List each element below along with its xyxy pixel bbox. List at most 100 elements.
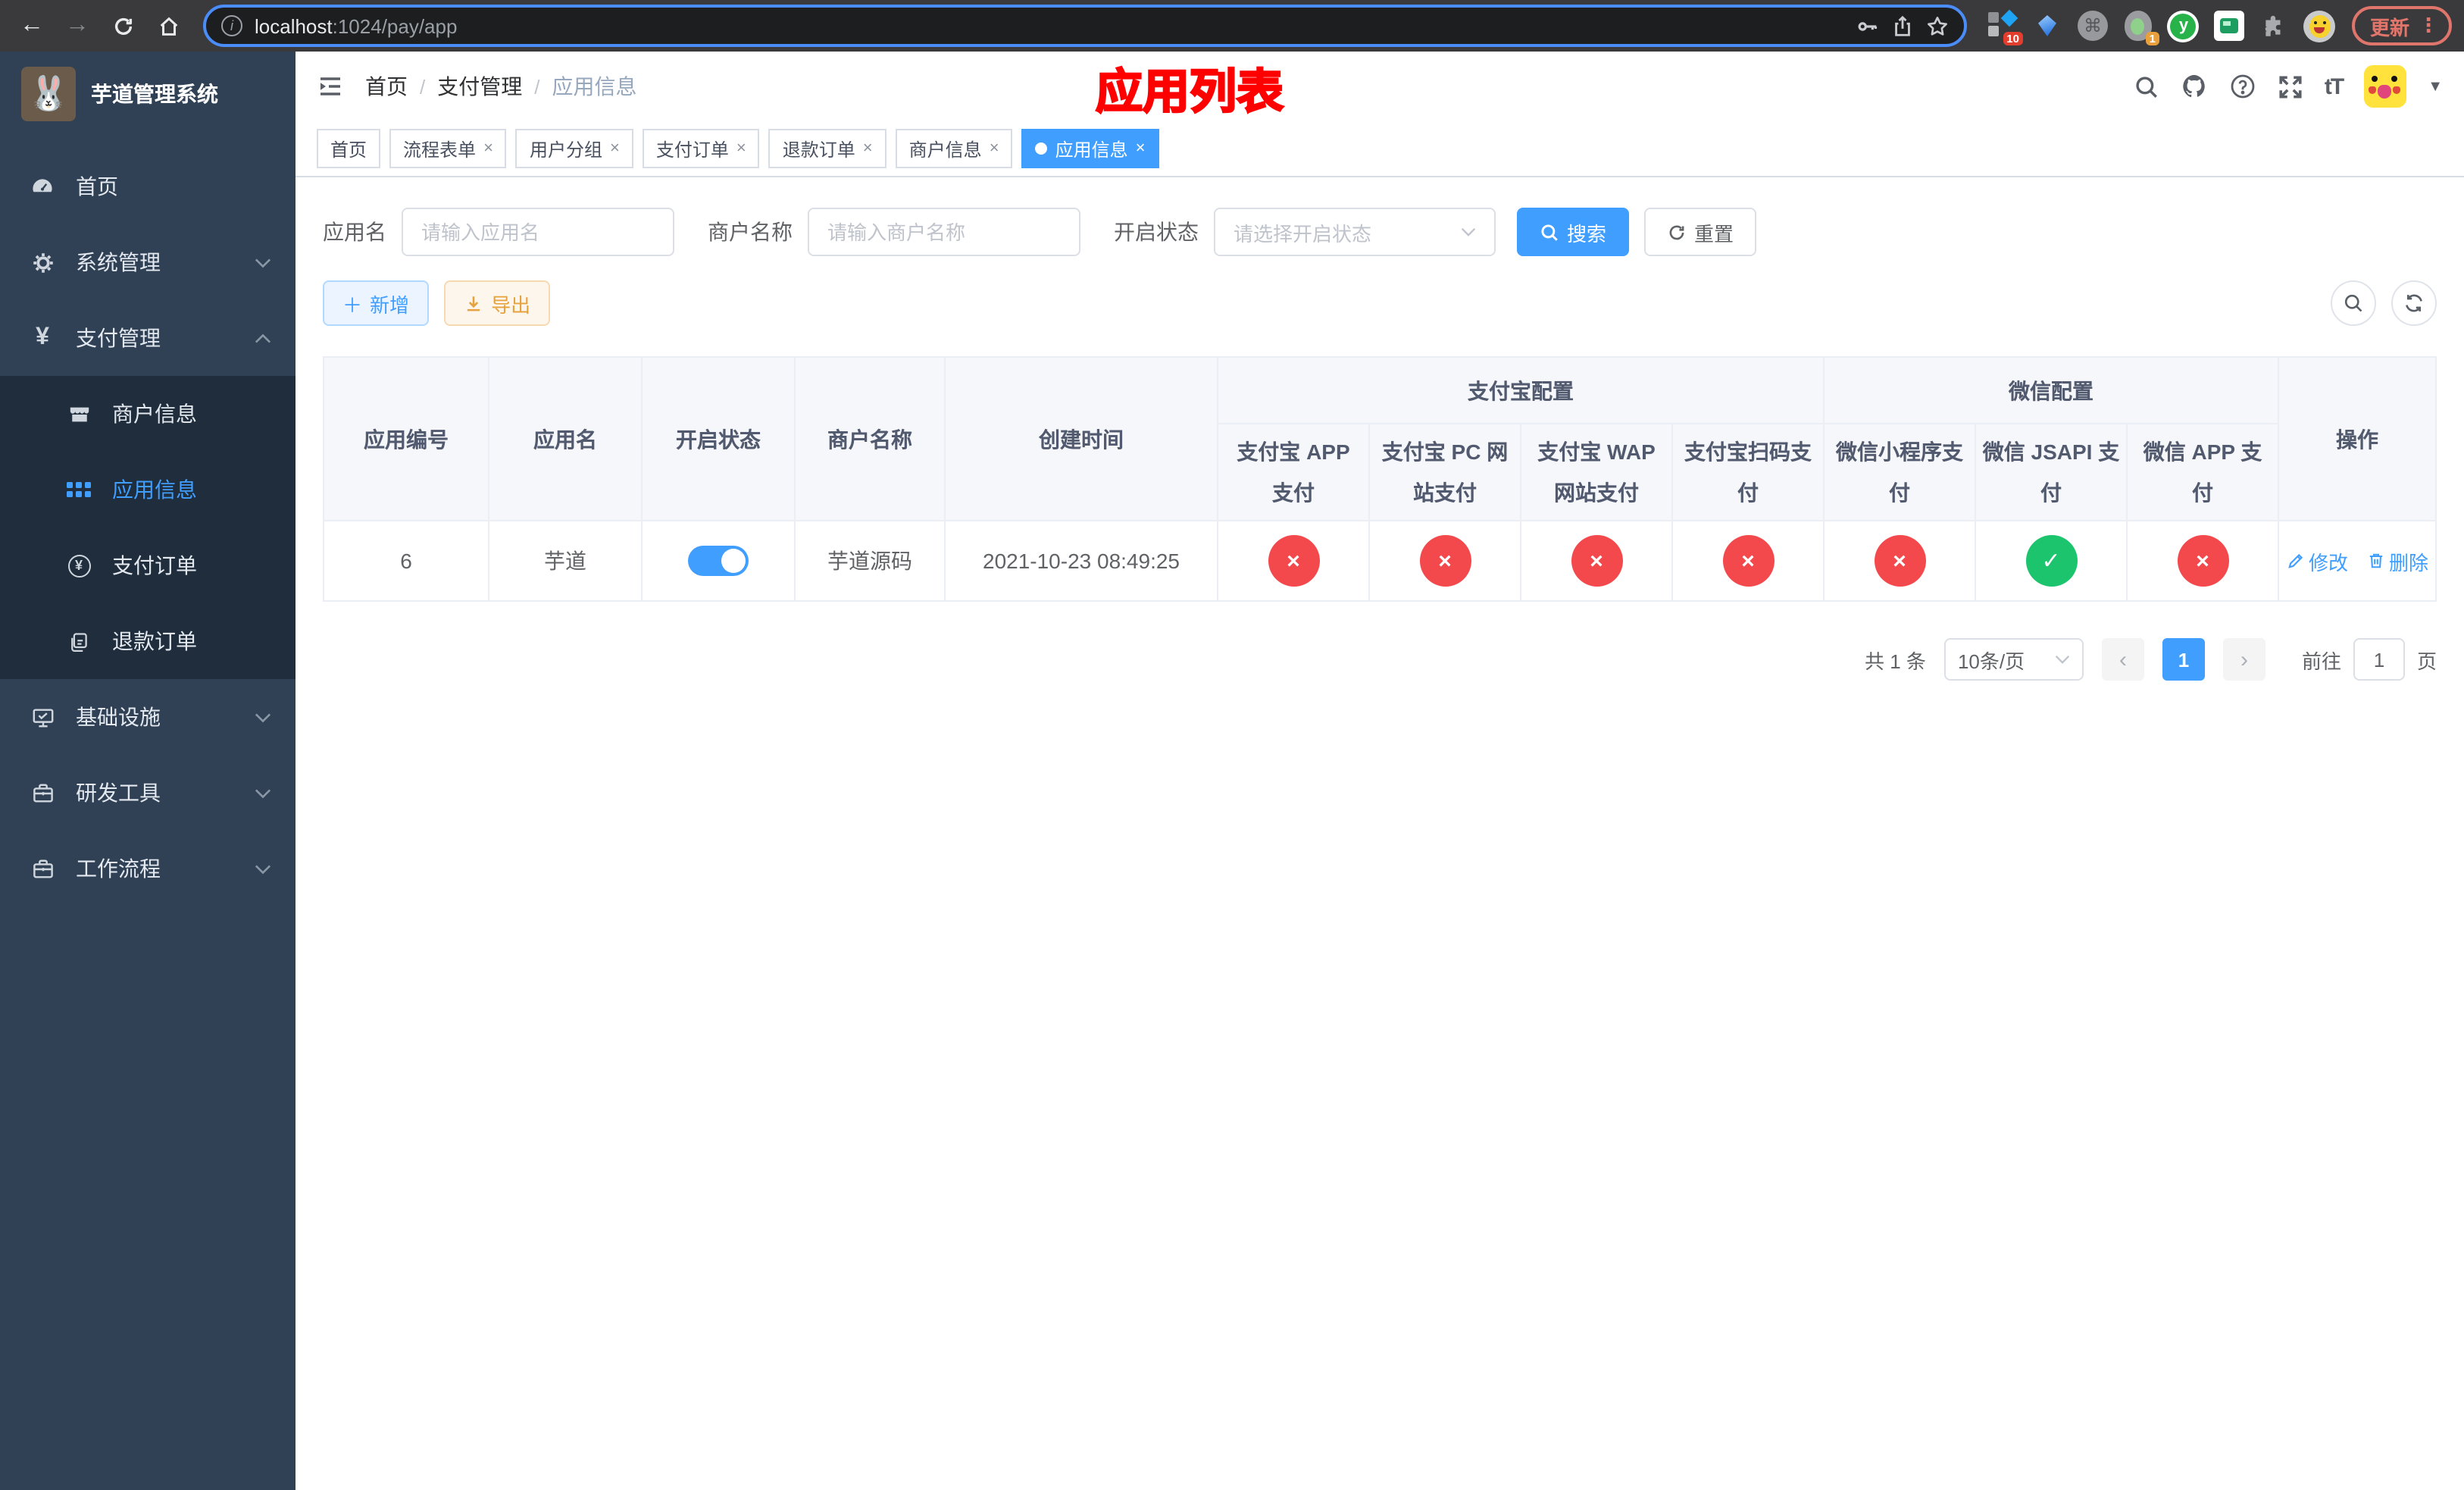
edit-link-label: 修改 — [2309, 551, 2349, 574]
sidebar-item-home[interactable]: 首页 — [0, 149, 295, 224]
group-header-alipay: 支付宝配置 — [1217, 356, 1825, 424]
status-label: 开启状态 — [1114, 220, 1199, 244]
address-bar[interactable]: i localhost:1024/pay/app — [203, 5, 1967, 47]
app-logo: 🐰 — [21, 67, 76, 121]
tab-home[interactable]: 首页 — [317, 129, 381, 168]
breadcrumb-home[interactable]: 首页 — [365, 71, 408, 102]
browser-back-icon[interactable]: ← — [12, 6, 52, 45]
tab-merchant-info[interactable]: 商户信息 × — [895, 129, 1013, 168]
share-icon[interactable] — [1891, 14, 1914, 37]
status-cross-icon: × — [1268, 535, 1319, 587]
breadcrumb-payment[interactable]: 支付管理 — [437, 71, 522, 102]
merchant-name-input[interactable] — [808, 208, 1080, 256]
next-page-button[interactable]: › — [2222, 638, 2265, 681]
delete-link[interactable]: 删除 — [2366, 546, 2428, 575]
close-icon[interactable]: × — [863, 139, 873, 158]
extension-chat-icon[interactable] — [2212, 9, 2246, 42]
tab-flow-form[interactable]: 流程表单 × — [389, 129, 507, 168]
url-text[interactable]: localhost:1024/pay/app — [255, 14, 1844, 37]
close-icon[interactable]: × — [990, 139, 999, 158]
help-icon[interactable] — [2229, 73, 2256, 100]
browser-menu-icon[interactable]: ⋮ — [2419, 14, 2438, 38]
search-button[interactable]: 搜索 — [1517, 208, 1630, 256]
sidebar-item-merchant-info[interactable]: 商户信息 — [0, 376, 295, 452]
refresh-icon[interactable] — [2391, 280, 2437, 326]
shop-icon — [67, 402, 91, 425]
app-logo-row[interactable]: 🐰 芋道管理系统 — [0, 52, 295, 136]
cell-wechat-jsapi: ✓ — [1975, 520, 2128, 602]
cell-app-id: 6 — [323, 520, 489, 602]
toggle-search-icon[interactable] — [2331, 280, 2376, 326]
extension-kite-icon[interactable] — [2031, 9, 2064, 42]
goto-page-input[interactable] — [2353, 638, 2405, 681]
extension-tabs-icon[interactable]: 10 — [1985, 9, 2023, 45]
browser-home-icon[interactable] — [149, 6, 188, 45]
chevron-down-icon — [2055, 655, 2070, 664]
extension-command-icon[interactable]: ⌘ — [2076, 9, 2109, 42]
sidebar-fold-icon[interactable] — [317, 73, 344, 100]
tab-refund-order[interactable]: 退款订单 × — [768, 129, 886, 168]
status-toggle[interactable] — [688, 546, 749, 576]
page-number-1[interactable]: 1 — [2162, 638, 2205, 681]
browser-profile-avatar[interactable] — [2303, 9, 2337, 42]
close-icon[interactable]: × — [483, 139, 493, 158]
chevron-up-icon — [255, 333, 271, 343]
tab-pay-order[interactable]: 支付订单 × — [642, 129, 760, 168]
user-avatar[interactable] — [2364, 65, 2407, 108]
extensions-puzzle-icon[interactable] — [2258, 9, 2291, 42]
add-button[interactable]: ＋ 新增 — [323, 280, 430, 326]
cell-status — [641, 520, 796, 602]
page-size-select[interactable]: 10条/页 — [1943, 638, 2084, 681]
tab-app-info[interactable]: 应用信息 × — [1021, 129, 1159, 168]
fullscreen-icon[interactable] — [2278, 74, 2303, 99]
chevron-down-icon — [255, 712, 271, 722]
tab-label: 用户分组 — [529, 139, 602, 160]
tab-user-group[interactable]: 用户分组 × — [515, 129, 633, 168]
app-name-input[interactable] — [402, 208, 674, 256]
sidebar-item-payment[interactable]: ¥ 支付管理 — [0, 300, 295, 376]
extension-y-icon[interactable]: y — [2167, 9, 2200, 42]
sidebar-item-refund-order[interactable]: 退款订单 — [0, 603, 295, 679]
chevron-down-icon — [255, 787, 271, 798]
sidebar-item-app-info[interactable]: 应用信息 — [0, 452, 295, 527]
search-button-label: 搜索 — [1567, 222, 1607, 245]
cell-merchant: 芋道源码 — [794, 520, 946, 602]
col-header-status: 开启状态 — [641, 356, 796, 521]
extension-blob-icon[interactable]: 1 — [2122, 9, 2159, 45]
sidebar-item-system[interactable]: 系统管理 — [0, 224, 295, 300]
avatar-caret-icon[interactable]: ▼ — [2428, 78, 2443, 95]
col-header-alipay-qr: 支付宝扫码支付 — [1671, 423, 1825, 521]
sidebar-item-label: 研发工具 — [76, 781, 161, 805]
font-size-icon[interactable]: tT — [2325, 74, 2344, 99]
edit-link[interactable]: 修改 — [2286, 546, 2348, 575]
goto-prefix: 前往 — [2301, 650, 2341, 672]
sidebar-item-infrastructure[interactable]: 基础设施 — [0, 679, 295, 755]
browser-reload-icon[interactable] — [103, 6, 142, 45]
prev-page-button[interactable]: ‹ — [2101, 638, 2144, 681]
sidebar-item-label: 首页 — [76, 174, 118, 199]
pagination: 共 1 条 10条/页 ‹ 1 › 前往 页 — [323, 638, 2437, 681]
browser-forward-icon[interactable]: → — [58, 6, 97, 45]
sidebar-item-dev-tools[interactable]: 研发工具 — [0, 755, 295, 831]
close-icon[interactable]: × — [736, 139, 746, 158]
browser-update-button[interactable]: 更新 ⋮ — [2351, 6, 2452, 45]
sidebar-item-pay-order[interactable]: ¥ 支付订单 — [0, 527, 295, 603]
cell-created: 2021-10-23 08:49:25 — [944, 520, 1218, 602]
password-key-icon[interactable] — [1856, 14, 1879, 37]
sidebar-item-label: 支付管理 — [76, 326, 161, 350]
bookmark-star-icon[interactable] — [1926, 14, 1949, 37]
close-icon[interactable]: × — [1136, 139, 1146, 158]
briefcase-icon — [30, 857, 55, 880]
export-button[interactable]: 导出 — [444, 280, 551, 326]
briefcase-icon — [30, 781, 55, 804]
github-icon[interactable] — [2181, 73, 2208, 100]
search-icon[interactable] — [2134, 74, 2159, 99]
site-info-icon[interactable]: i — [221, 15, 242, 36]
sidebar-item-workflow[interactable]: 工作流程 — [0, 831, 295, 906]
sidebar-item-label: 基础设施 — [76, 705, 161, 729]
status-select[interactable]: 请选择开启状态 — [1214, 208, 1496, 256]
col-header-alipay-app: 支付宝 APP 支付 — [1217, 423, 1370, 521]
reset-button[interactable]: 重置 — [1644, 208, 1757, 256]
close-icon[interactable]: × — [610, 139, 620, 158]
active-dot — [1035, 142, 1048, 155]
